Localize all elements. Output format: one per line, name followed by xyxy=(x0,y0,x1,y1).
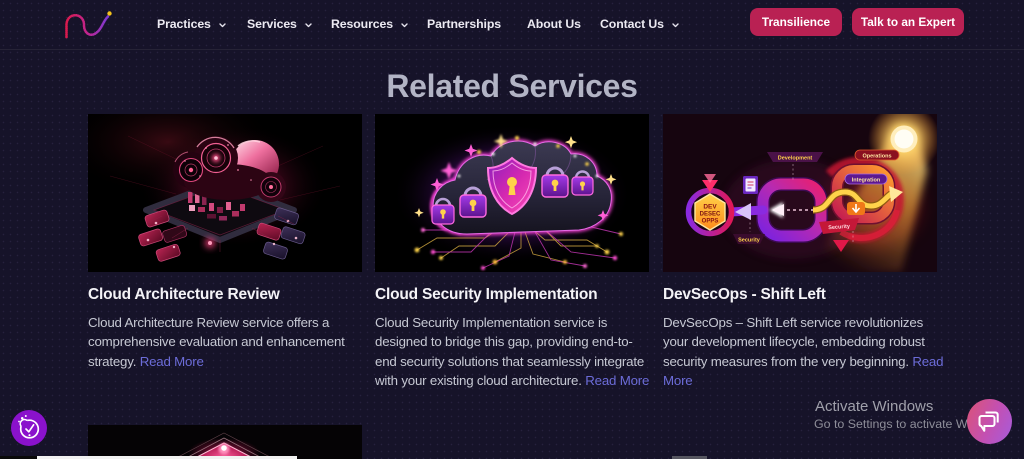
svg-text:Integration: Integration xyxy=(852,178,881,184)
svg-text:OPPS: OPPS xyxy=(702,219,719,225)
svg-text:DEV: DEV xyxy=(703,204,717,211)
svg-text:Operations: Operations xyxy=(862,154,891,160)
svg-text:Development: Development xyxy=(778,156,813,162)
svg-text:Security: Security xyxy=(738,238,761,244)
svg-text:DESEC: DESEC xyxy=(700,212,721,218)
